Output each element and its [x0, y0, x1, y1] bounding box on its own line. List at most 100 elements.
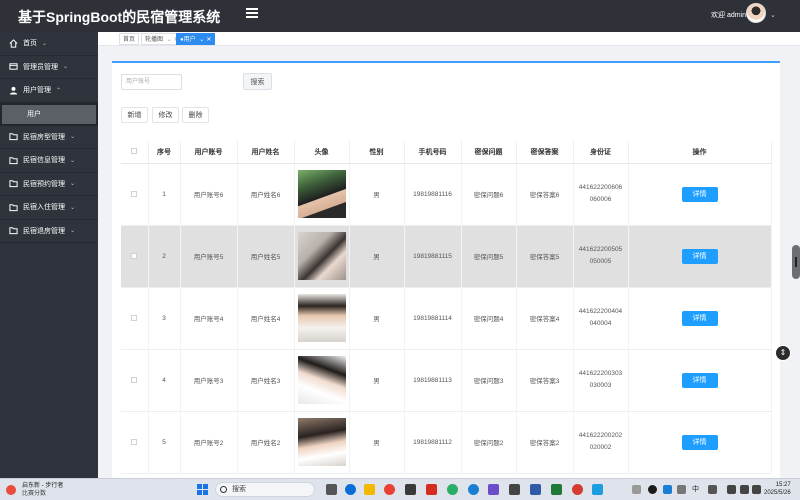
tray-app-icon[interactable] — [663, 485, 672, 494]
sidebar-item-check-in[interactable]: 民宿入住管理 ⌄ — [0, 196, 98, 220]
cell-index: 1 — [148, 163, 181, 226]
cell-name: 用户姓名4 — [237, 287, 295, 350]
volume-icon[interactable] — [740, 485, 749, 494]
search-icon — [220, 486, 227, 493]
edit-button[interactable]: 修改 — [152, 107, 179, 123]
app-title: 基于SpringBoot的民宿管理系统 — [18, 9, 221, 25]
cell-id-card: 441622200404 040004 — [573, 287, 629, 350]
system-clock[interactable]: 15:27 2025/5/26 — [764, 481, 791, 497]
sidebar-item-check-out[interactable]: 民宿退房管理 ⌄ — [0, 220, 98, 243]
detail-button[interactable]: 详情 — [681, 310, 718, 326]
sidebar-item-homestay-info[interactable]: 民宿信息管理 ⌄ — [0, 149, 98, 173]
tray-app-icon[interactable] — [648, 485, 657, 494]
sidebar-item-label: 用户管理 — [23, 87, 51, 95]
task-view-icon[interactable] — [326, 484, 337, 495]
sidebar-item-reservations[interactable]: 民宿预约管理 ⌄ — [0, 173, 98, 196]
id-card-line: 040004 — [589, 320, 612, 327]
row-checkbox[interactable] — [121, 225, 149, 288]
media-player-icon[interactable] — [488, 484, 499, 495]
table-row[interactable]: 1 用户账号6 用户姓名6 男 19819881116 密保问题6 密保答案6 … — [121, 163, 772, 226]
detail-button[interactable]: 详情 — [681, 434, 718, 450]
widget-headline: 启东新 - 步行者 — [22, 483, 64, 489]
cell-account: 用户账号2 — [180, 411, 238, 474]
chevron-down-icon: ⌄ — [165, 37, 172, 43]
scrollbar-handle[interactable] — [792, 245, 800, 279]
wechat-icon[interactable] — [447, 484, 458, 495]
top-bar: 基于SpringBoot的民宿管理系统 欢迎 admin ⌄ — [0, 0, 800, 32]
row-checkbox[interactable] — [121, 349, 149, 412]
app-icon[interactable] — [592, 484, 603, 495]
row-checkbox[interactable] — [121, 287, 149, 350]
sidebar-item-label: 管理员管理 — [23, 63, 58, 71]
id-card-line: 030003 — [589, 382, 612, 389]
cell-answer: 密保答案2 — [516, 411, 574, 474]
detail-button[interactable]: 详情 — [681, 186, 718, 202]
battery-icon[interactable] — [752, 485, 761, 494]
sidebar-item-label: 民宿信息管理 — [23, 157, 65, 165]
chrome-icon[interactable] — [384, 484, 395, 495]
search-button[interactable]: 搜索 — [243, 73, 272, 90]
app-icon[interactable] — [509, 484, 520, 495]
tab-users[interactable]: ●用户 ⌄ ✕ — [176, 33, 216, 45]
cell-gender: 男 — [349, 349, 405, 412]
id-card-line: 441622200505 — [578, 246, 623, 253]
add-button[interactable]: 新增 — [121, 107, 148, 123]
user-avatar[interactable] — [746, 3, 766, 23]
taskbar-search[interactable]: 搜索 — [215, 482, 315, 497]
tab-home[interactable]: 首页 — [119, 33, 140, 45]
sidebar-item-user-management[interactable]: 用户管理 ⌃ — [0, 79, 98, 103]
table-row[interactable]: 3 用户账号4 用户姓名4 男 19819881114 密保问题4 密保答案4 … — [121, 287, 772, 350]
id-card-line: 441622200606 — [578, 184, 623, 191]
weather-widget[interactable]: 启东新 - 步行者 比赛分数 — [6, 481, 86, 499]
select-all-checkbox[interactable] — [121, 141, 149, 164]
cell-index: 4 — [148, 349, 181, 412]
folder-icon — [8, 202, 18, 212]
detail-button[interactable]: 详情 — [681, 372, 718, 388]
ide-icon[interactable] — [530, 484, 541, 495]
sidebar-subitem-users[interactable]: 用户 — [2, 104, 96, 124]
table-row[interactable]: 4 用户账号3 用户姓名3 男 19819881113 密保问题3 密保答案3 … — [121, 349, 772, 412]
sidebar-item-label: 民宿入住管理 — [23, 204, 65, 212]
sidebar-item-admin[interactable]: 管理员管理 ⌄ — [0, 56, 98, 79]
wps-icon[interactable] — [426, 484, 437, 495]
cell-question: 密保问题6 — [461, 163, 517, 226]
id-card-line: 441622200303 — [578, 370, 623, 377]
column-header: 手机号码 — [404, 141, 462, 164]
cell-gender: 男 — [349, 163, 405, 226]
terminal-icon[interactable] — [405, 484, 416, 495]
tray-chevron-icon[interactable] — [632, 485, 641, 494]
chevron-down-icon[interactable]: ⌄ — [770, 11, 776, 19]
netease-music-icon[interactable] — [572, 484, 583, 495]
windows-start-icon[interactable] — [197, 484, 208, 495]
tray-app-icon[interactable] — [677, 485, 686, 494]
sidebar-item-label: 民宿房型管理 — [23, 133, 65, 141]
user-avatar-photo — [297, 170, 346, 218]
search-input[interactable] — [121, 74, 182, 90]
delete-button[interactable]: 删除 — [182, 107, 209, 123]
table-row[interactable]: 5 用户账号2 用户姓名2 男 19819881112 密保问题2 密保答案2 … — [121, 411, 772, 474]
file-explorer-icon[interactable] — [364, 484, 375, 495]
cell-answer: 密保答案3 — [516, 349, 574, 412]
edge-icon[interactable] — [345, 484, 356, 495]
row-checkbox[interactable] — [121, 411, 149, 474]
wifi-icon[interactable] — [727, 485, 736, 494]
menu-toggle-icon[interactable] — [246, 8, 258, 20]
sidebar-item-home[interactable]: 首页 ⌄ — [0, 32, 98, 56]
app-icon[interactable] — [551, 484, 562, 495]
browser-icon[interactable] — [468, 484, 479, 495]
row-checkbox[interactable] — [121, 163, 149, 226]
close-icon[interactable]: ✕ — [206, 37, 211, 43]
cell-question: 密保问题4 — [461, 287, 517, 350]
table-header-row: 序号 用户账号 用户姓名 头像 性别 手机号码 密保问题 密保答案 身份证 操作 — [121, 141, 772, 164]
table-row[interactable]: 2 用户账号5 用户姓名5 男 19819881115 密保问题5 密保答案5 … — [121, 225, 772, 288]
tray-app-icon[interactable] — [708, 485, 717, 494]
cell-question: 密保问题2 — [461, 411, 517, 474]
sidebar-item-room-types[interactable]: 民宿房型管理 ⌄ — [0, 126, 98, 149]
detail-button[interactable]: 详情 — [681, 248, 718, 264]
floating-action-icon[interactable]: ⇕ — [775, 345, 791, 361]
taskbar-search-label: 搜索 — [232, 486, 246, 493]
cell-account: 用户账号6 — [180, 163, 238, 226]
input-language[interactable]: 中 — [692, 484, 699, 494]
folder-icon — [8, 155, 18, 165]
sidebar-item-label: 民宿退房管理 — [23, 227, 65, 235]
